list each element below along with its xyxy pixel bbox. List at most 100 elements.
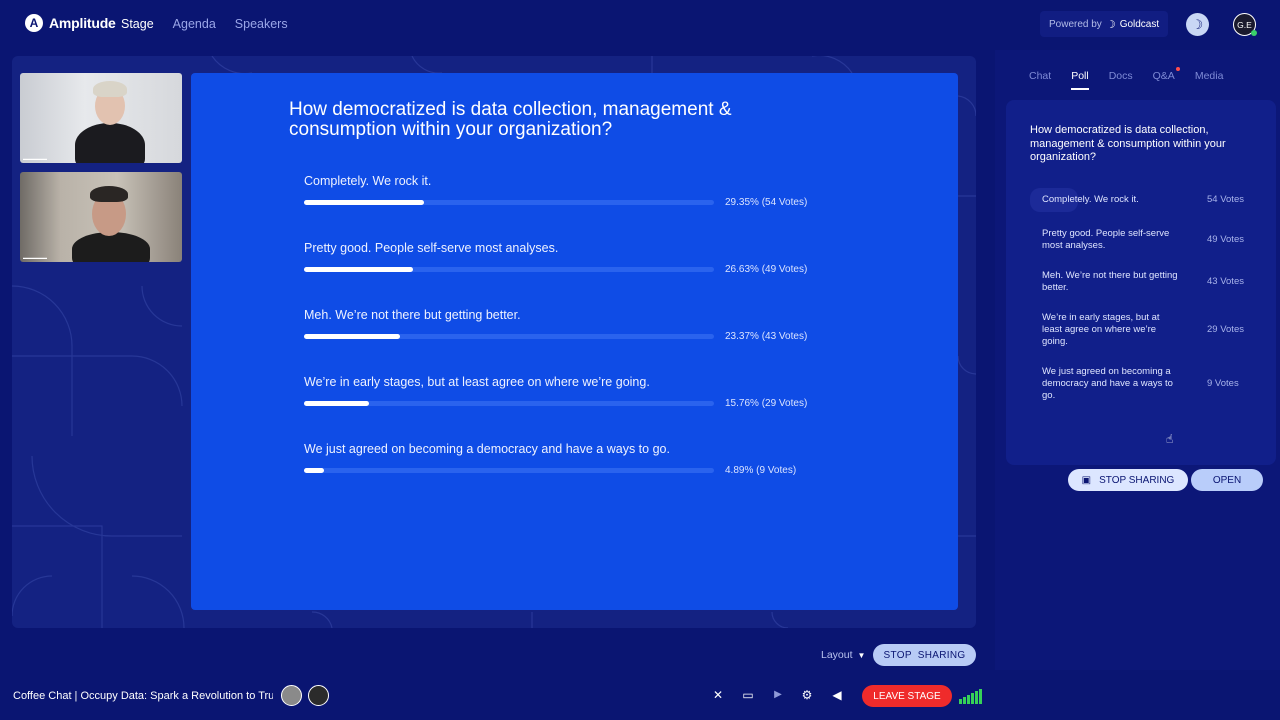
online-status-dot [1251, 30, 1257, 36]
signal-bar [975, 691, 978, 704]
speaker-2-hair [90, 186, 128, 202]
tab-qa-label: Q&A [1152, 70, 1175, 82]
signal-bar [963, 697, 966, 704]
shared-poll-card: How democratized is data collection, man… [191, 73, 958, 610]
amplitude-logo-icon: A [25, 14, 43, 32]
panel-option-votes: 9 Votes [1207, 378, 1239, 389]
poll-option-percent: 4.89% (9 Votes) [725, 465, 797, 476]
theme-toggle-button[interactable]: ☽ [1186, 13, 1209, 36]
poll-option-fill [304, 334, 400, 339]
panel-option-label: Pretty good. People self-serve most anal… [1042, 228, 1170, 251]
poll-option-label: We just agreed on becoming a democracy a… [304, 442, 670, 456]
play-media-icon[interactable]: ▶ [770, 689, 786, 700]
top-bar: A Amplitude Stage Agenda Speakers Powere… [0, 0, 1280, 50]
speaker-2-name-tag: ▬▬▬▬▬▬ [23, 255, 47, 260]
nav-agenda[interactable]: Agenda [173, 17, 216, 31]
poll-option-label: Pretty good. People self-serve most anal… [304, 241, 559, 255]
poll-question: How democratized is data collection, man… [289, 99, 732, 140]
powered-by-prefix: Powered by [1049, 18, 1102, 30]
tab-media[interactable]: Media [1195, 70, 1224, 90]
poll-option-percent: 29.35% (54 Votes) [725, 197, 808, 208]
poll-option: Pretty good. People self-serve most anal… [304, 241, 824, 275]
brand-name: Amplitude [49, 15, 116, 31]
user-avatar[interactable]: G.E [1233, 13, 1257, 36]
poll-option-bar [304, 267, 714, 272]
poll-option-bar [304, 334, 714, 339]
poll-option-bar [304, 200, 714, 205]
main-nav: Stage Agenda Speakers [121, 17, 288, 31]
panel-option-votes: 43 Votes [1207, 276, 1244, 287]
panel-option-label: We just agreed on becoming a democracy a… [1042, 366, 1173, 401]
speaker-video-1[interactable]: ▬▬▬▬▬▬ [20, 73, 182, 163]
nav-stage[interactable]: Stage [121, 17, 154, 31]
poll-option-fill [304, 401, 369, 406]
stop-sharing-poll-button[interactable]: ▣ STOP SHARING [1068, 469, 1188, 491]
poll-option-label: Completely. We rock it. [304, 174, 432, 188]
poll-option: We just agreed on becoming a democracy a… [304, 442, 824, 476]
poll-option-bar [304, 468, 714, 473]
poll-option: Meh. We’re not there but getting better.… [304, 308, 824, 342]
moon-icon: ☽ [1191, 16, 1204, 32]
open-poll-label: OPEN [1212, 474, 1242, 486]
poll-option-fill [304, 200, 424, 205]
signal-bar [959, 699, 962, 704]
tab-chat[interactable]: Chat [1029, 70, 1051, 90]
stop-sharing-button[interactable]: STOP SHARING [873, 644, 976, 666]
powered-by-badge[interactable]: Powered by ☽ Goldcast [1040, 11, 1169, 37]
leave-stage-button[interactable]: LEAVE STAGE [862, 685, 952, 707]
layout-label: Layout [821, 649, 853, 661]
stop-sharing-label: STOP SHARING [883, 649, 966, 661]
panel-option-label: We’re in early stages, but at least agre… [1042, 312, 1160, 347]
panel-option-label: Completely. We rock it. [1030, 188, 1139, 212]
amplitude-logo[interactable]: A Amplitude [25, 14, 116, 32]
panel-option-label: Meh. We’re not there but getting better. [1042, 270, 1178, 293]
attendee-avatar[interactable] [308, 685, 329, 706]
attendee-avatar[interactable] [281, 685, 302, 706]
side-panel: Chat Poll Docs Q&A Media How democratize… [995, 50, 1280, 670]
session-title: Coffee Chat | Occupy Data: Spark a Revol… [13, 690, 273, 702]
hand-cursor-icon: ☝ [1166, 432, 1174, 446]
caret-down-icon: ▼ [857, 650, 866, 660]
gear-icon[interactable]: ⚙ [799, 688, 815, 702]
panel-option-votes: 54 Votes [1207, 194, 1244, 205]
powered-by-name: Goldcast [1119, 18, 1160, 30]
screen-share-off-icon: ▣ [1081, 474, 1092, 486]
poll-results-card: How democratized is data collection, man… [1006, 100, 1276, 491]
speaker-volume-icon[interactable]: ◀ [829, 688, 845, 702]
poll-option-fill [304, 468, 324, 473]
poll-option-label: Meh. We’re not there but getting better. [304, 308, 521, 322]
poll-option-label: We’re in early stages, but at least agre… [304, 375, 650, 389]
panel-option-votes: 29 Votes [1207, 324, 1244, 335]
goldcast-logo-icon: ☽ [1105, 18, 1116, 31]
poll-option-percent: 23.37% (43 Votes) [725, 331, 808, 342]
nav-speakers[interactable]: Speakers [235, 17, 288, 31]
tab-qa[interactable]: Q&A [1152, 67, 1180, 90]
leave-stage-label: LEAVE STAGE [873, 690, 941, 702]
stop-sharing-poll-label: STOP SHARING [1099, 474, 1175, 486]
signal-strength-icon [959, 689, 982, 704]
panel-poll-question: How democratized is data collection, man… [1030, 124, 1226, 163]
poll-option-percent: 15.76% (29 Votes) [725, 398, 808, 409]
speaker-1-silhouette [75, 123, 145, 163]
tab-docs[interactable]: Docs [1109, 70, 1133, 90]
poll-option-bar [304, 401, 714, 406]
speaker-2-silhouette [72, 232, 150, 262]
mic-off-icon[interactable]: ✕ [710, 688, 726, 702]
signal-bar [979, 689, 982, 704]
stage-area: ▬▬▬▬▬▬ ▬▬▬▬▬▬ How democratized is data c… [12, 56, 976, 628]
notification-dot-icon [1175, 67, 1180, 71]
poll-option: We’re in early stages, but at least agre… [304, 375, 824, 409]
bottom-bar: Coffee Chat | Occupy Data: Spark a Revol… [0, 673, 1280, 720]
panel-tabs: Chat Poll Docs Q&A Media [1029, 67, 1243, 90]
panel-option-votes: 49 Votes [1207, 234, 1244, 245]
speaker-video-2[interactable]: ▬▬▬▬▬▬ [20, 172, 182, 262]
camera-off-icon[interactable]: ▭ [740, 688, 756, 702]
speaker-1-hair [93, 81, 127, 97]
tab-poll[interactable]: Poll [1071, 70, 1089, 90]
user-initials: G.E [1237, 19, 1252, 30]
open-poll-button[interactable]: OPEN [1191, 469, 1263, 491]
signal-bar [971, 693, 974, 704]
layout-dropdown[interactable]: Layout ▼ [821, 649, 865, 661]
poll-option-fill [304, 267, 413, 272]
speaker-1-name-tag: ▬▬▬▬▬▬ [23, 156, 47, 161]
